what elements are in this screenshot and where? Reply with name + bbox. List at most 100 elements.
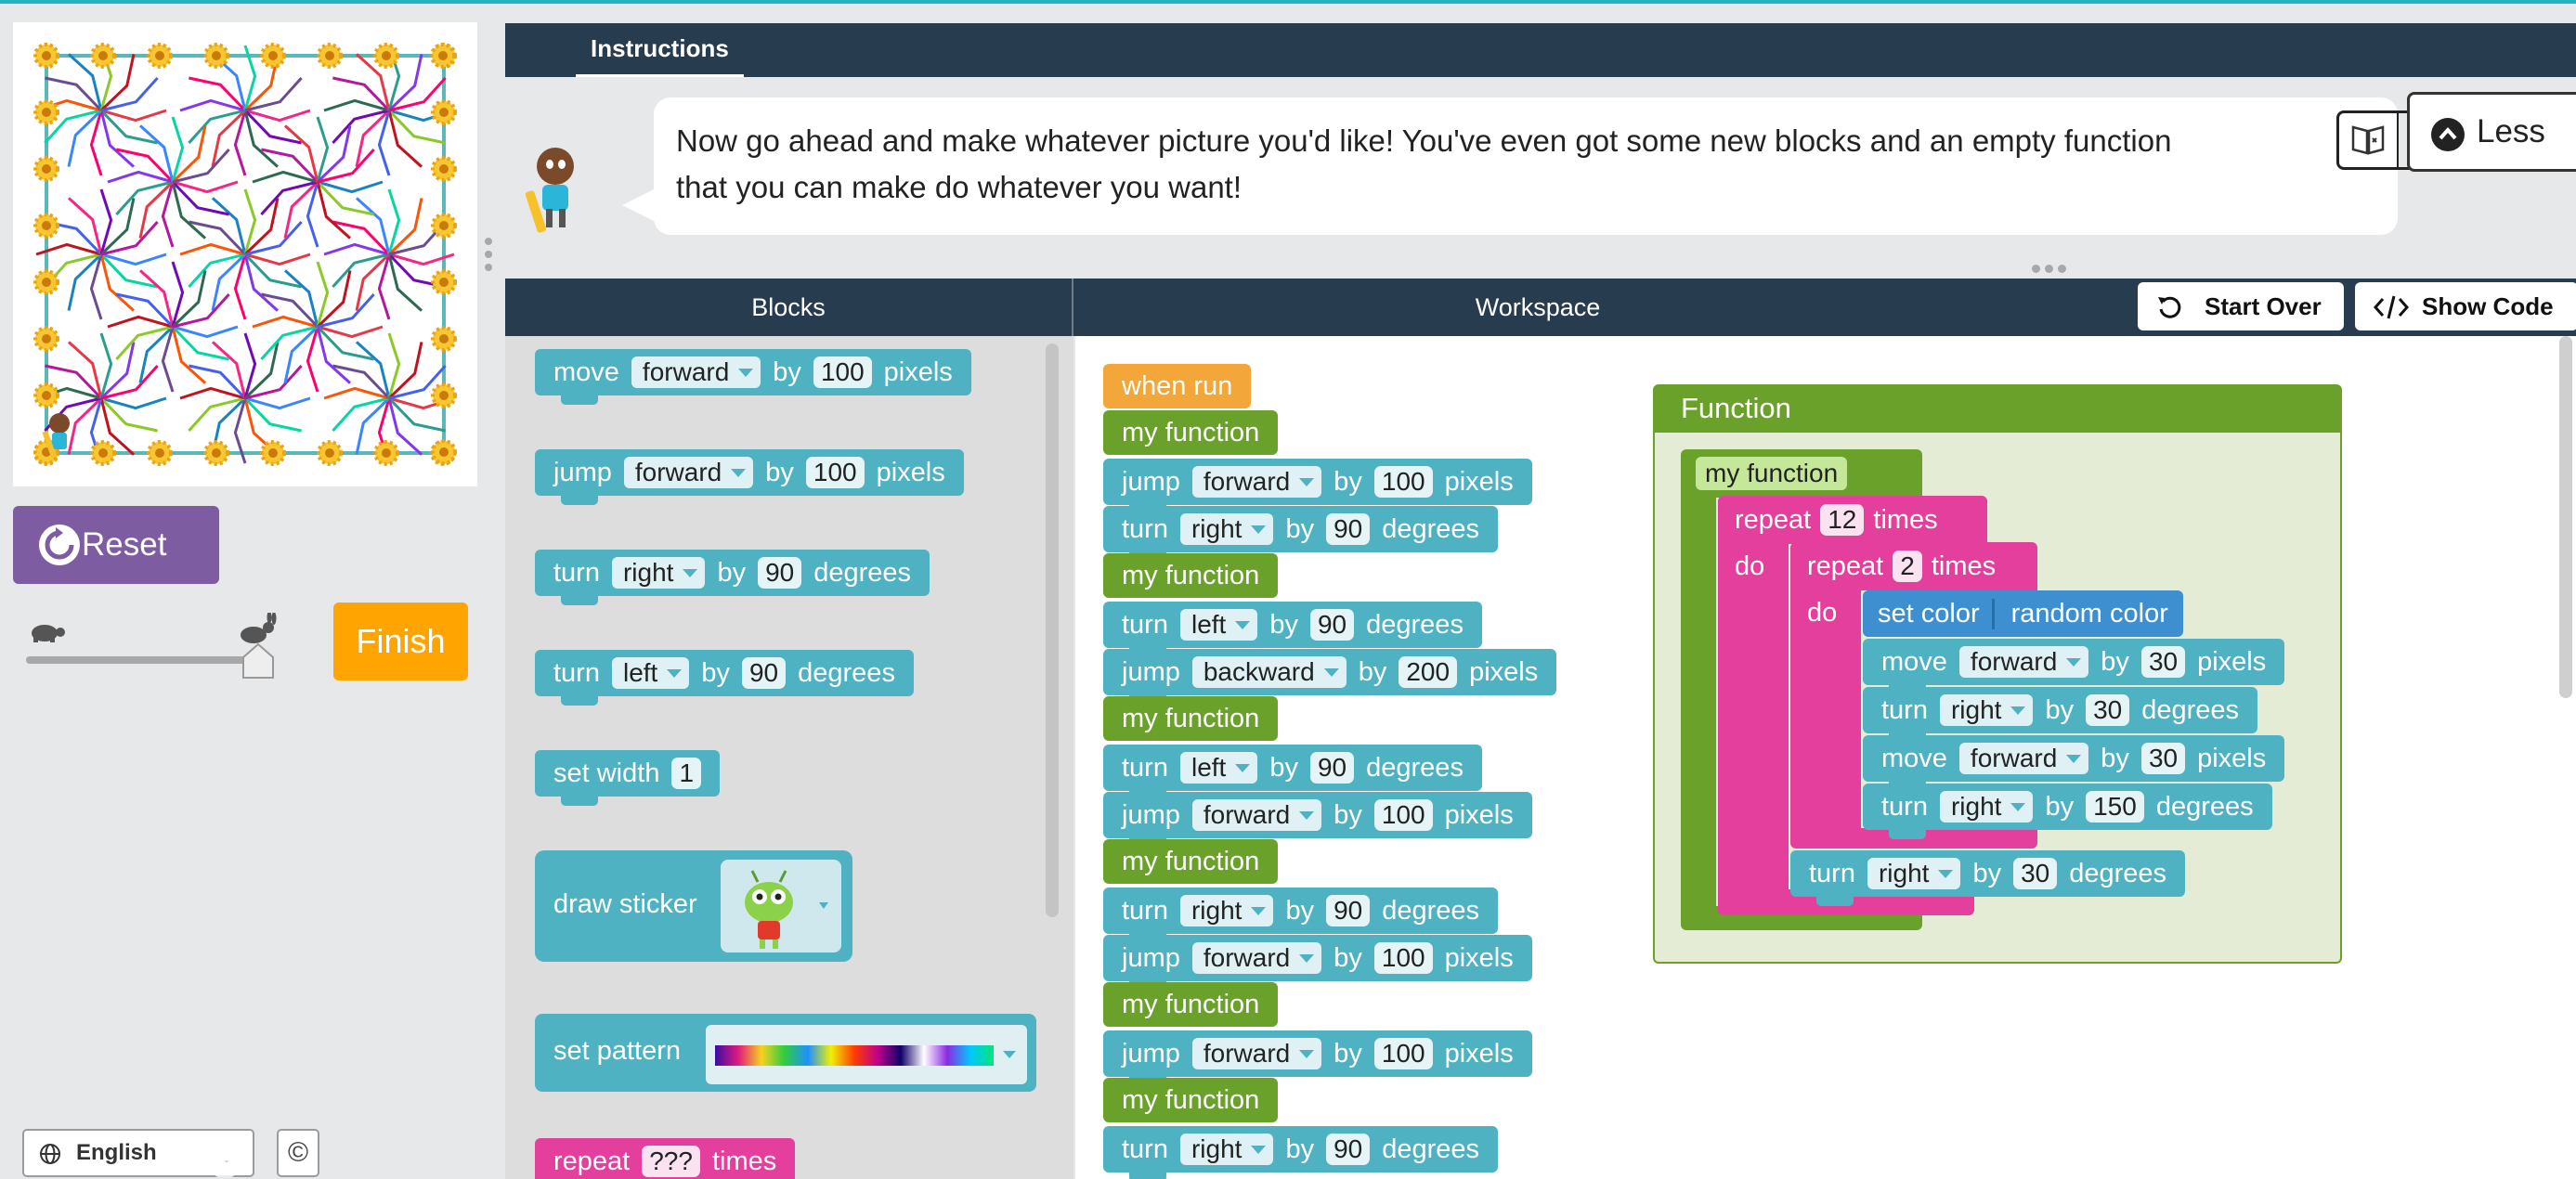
- function-motion-block[interactable]: turn right by 150 degrees: [1863, 784, 2272, 839]
- toolbox-set-pattern-block[interactable]: set pattern: [535, 1014, 1036, 1092]
- my-function-call-block[interactable]: my function: [1103, 839, 1279, 884]
- number-field[interactable]: 90: [741, 657, 787, 689]
- number-field[interactable]: 100: [1373, 942, 1433, 974]
- toolbox-turn-left-block[interactable]: turn left by 90 degrees: [535, 650, 914, 706]
- instructions-resize-handle[interactable]: [2032, 261, 2071, 278]
- direction-dropdown[interactable]: forward: [1191, 799, 1322, 831]
- number-field[interactable]: 100: [1373, 466, 1433, 498]
- my-function-call-block[interactable]: my function: [1103, 553, 1279, 598]
- when-run-block[interactable]: when run: [1103, 364, 1252, 408]
- number-field[interactable]: 90: [1309, 752, 1355, 784]
- my-function-call-block[interactable]: my function: [1103, 410, 1279, 455]
- program-motion-block[interactable]: jump forward by 100 pixels: [1103, 459, 1532, 514]
- number-field[interactable]: 30: [2013, 858, 2058, 889]
- direction-dropdown[interactable]: backward: [1191, 656, 1347, 688]
- direction-dropdown[interactable]: forward: [1191, 942, 1322, 974]
- function-motion-block[interactable]: move forward by 30 pixels: [1863, 639, 2285, 694]
- program-motion-block[interactable]: turn right by 90 degrees: [1103, 887, 1499, 943]
- toolbox-turn-right-block[interactable]: turn right by 90 degrees: [535, 550, 930, 605]
- number-field[interactable]: 100: [813, 356, 872, 388]
- my-function-call-block[interactable]: my function: [1103, 982, 1279, 1027]
- program-motion-block[interactable]: turn right by 90 degrees: [1103, 506, 1499, 562]
- blocks-header: Blocks: [505, 279, 1073, 336]
- number-field[interactable]: 30: [2086, 694, 2130, 726]
- function-name-field[interactable]: my function: [1696, 457, 1848, 490]
- language-select[interactable]: English: [22, 1129, 254, 1177]
- number-field[interactable]: 100: [1373, 799, 1433, 831]
- program-motion-block[interactable]: jump backward by 200 pixels: [1103, 649, 1557, 705]
- toolbox-scrollbar[interactable]: [1046, 343, 1059, 917]
- toolbox-draw-sticker-block[interactable]: draw sticker: [535, 850, 852, 962]
- tab-instructions[interactable]: Instructions: [576, 34, 744, 78]
- speed-slider-track[interactable]: [26, 656, 258, 664]
- number-field[interactable]: ???: [642, 1146, 700, 1177]
- program-motion-block[interactable]: turn left by 90 degrees: [1103, 745, 1482, 800]
- program-motion-block[interactable]: turn left by 90 degrees: [1103, 602, 1482, 657]
- direction-dropdown[interactable]: left: [1179, 752, 1258, 784]
- copyright-button[interactable]: ©: [277, 1129, 319, 1177]
- reset-button[interactable]: Reset: [13, 506, 219, 584]
- number-field[interactable]: 90: [1326, 895, 1371, 926]
- direction-dropdown[interactable]: right: [1179, 513, 1274, 545]
- direction-dropdown[interactable]: left: [611, 657, 690, 689]
- set-color-block[interactable]: set color random color: [1863, 590, 2183, 637]
- direction-dropdown[interactable]: left: [1179, 609, 1258, 641]
- number-field[interactable]: 100: [805, 457, 865, 488]
- show-code-button[interactable]: Show Code: [2355, 282, 2576, 330]
- number-field[interactable]: 200: [1399, 656, 1458, 688]
- toolbox-repeat-block[interactable]: repeat ??? times: [535, 1138, 796, 1179]
- direction-dropdown[interactable]: right: [1867, 858, 1961, 889]
- direction-dropdown[interactable]: right: [1179, 1134, 1274, 1165]
- function-definition[interactable]: Function my function repeat 12 times do …: [1653, 384, 2342, 964]
- direction-dropdown[interactable]: right: [611, 557, 706, 589]
- pattern-picker[interactable]: [706, 1025, 1027, 1084]
- program-motion-block[interactable]: turn right by 90 degrees: [1103, 1126, 1499, 1179]
- sticker-picker[interactable]: [721, 860, 841, 952]
- number-field[interactable]: 90: [758, 557, 802, 589]
- repeat-2-block[interactable]: repeat 2 times: [1790, 542, 2037, 590]
- speed-slider-thumb[interactable]: [240, 642, 277, 680]
- toolbox-jump-block[interactable]: jump forward by 100 pixels: [535, 449, 964, 505]
- number-field[interactable]: 30: [2140, 743, 2186, 774]
- chevron-down-icon: [1003, 1051, 1016, 1058]
- function-header-block[interactable]: my function: [1681, 449, 1922, 498]
- program-motion-block[interactable]: jump forward by 100 pixels: [1103, 792, 1532, 848]
- block-text: do: [1735, 551, 1765, 581]
- start-over-button[interactable]: Start Over: [2138, 282, 2344, 330]
- toolbox-set-width-block[interactable]: set width 1: [535, 750, 721, 806]
- direction-dropdown[interactable]: forward: [1958, 743, 2089, 774]
- function-motion-block[interactable]: move forward by 30 pixels: [1863, 735, 2285, 791]
- number-field[interactable]: 100: [1373, 1038, 1433, 1069]
- direction-dropdown[interactable]: right: [1179, 895, 1274, 926]
- number-field[interactable]: 2: [1893, 551, 1922, 582]
- number-field[interactable]: 90: [1326, 513, 1371, 545]
- text-to-speech-toggle[interactable]: [2339, 113, 2399, 167]
- direction-dropdown[interactable]: right: [1939, 694, 2034, 726]
- direction-dropdown[interactable]: forward: [631, 356, 761, 388]
- number-field[interactable]: 90: [1309, 609, 1355, 641]
- function-turn-block[interactable]: turn right by 30 degrees: [1790, 850, 2186, 906]
- function-motion-block[interactable]: turn right by 30 degrees: [1863, 687, 2258, 743]
- number-field[interactable]: 30: [2140, 646, 2186, 678]
- direction-dropdown[interactable]: right: [1939, 791, 2034, 823]
- direction-dropdown[interactable]: forward: [1191, 1038, 1322, 1069]
- number-field[interactable]: 150: [2086, 791, 2144, 823]
- direction-dropdown[interactable]: forward: [1191, 466, 1322, 498]
- direction-dropdown[interactable]: forward: [1958, 646, 2089, 678]
- number-field[interactable]: 12: [1820, 504, 1865, 536]
- panel-resize-grip[interactable]: [485, 238, 494, 277]
- my-function-call-block[interactable]: my function: [1103, 1078, 1279, 1122]
- program-motion-block[interactable]: jump forward by 100 pixels: [1103, 935, 1532, 991]
- number-field[interactable]: 1: [671, 758, 702, 789]
- repeat-12-block[interactable]: repeat 12 times: [1718, 496, 1987, 544]
- less-button[interactable]: Less: [2407, 92, 2576, 172]
- random-color-block[interactable]: random color: [1991, 598, 2168, 629]
- number-field[interactable]: 90: [1326, 1134, 1371, 1165]
- left-panel: Reset Finish English ©: [0, 4, 501, 1179]
- program-motion-block[interactable]: jump forward by 100 pixels: [1103, 1030, 1532, 1086]
- direction-dropdown[interactable]: forward: [623, 457, 754, 488]
- workspace-scrollbar[interactable]: [2559, 336, 2572, 698]
- finish-button[interactable]: Finish: [333, 602, 468, 680]
- toolbox-move-block[interactable]: move forward by 100 pixels: [535, 349, 971, 405]
- my-function-call-block[interactable]: my function: [1103, 696, 1279, 741]
